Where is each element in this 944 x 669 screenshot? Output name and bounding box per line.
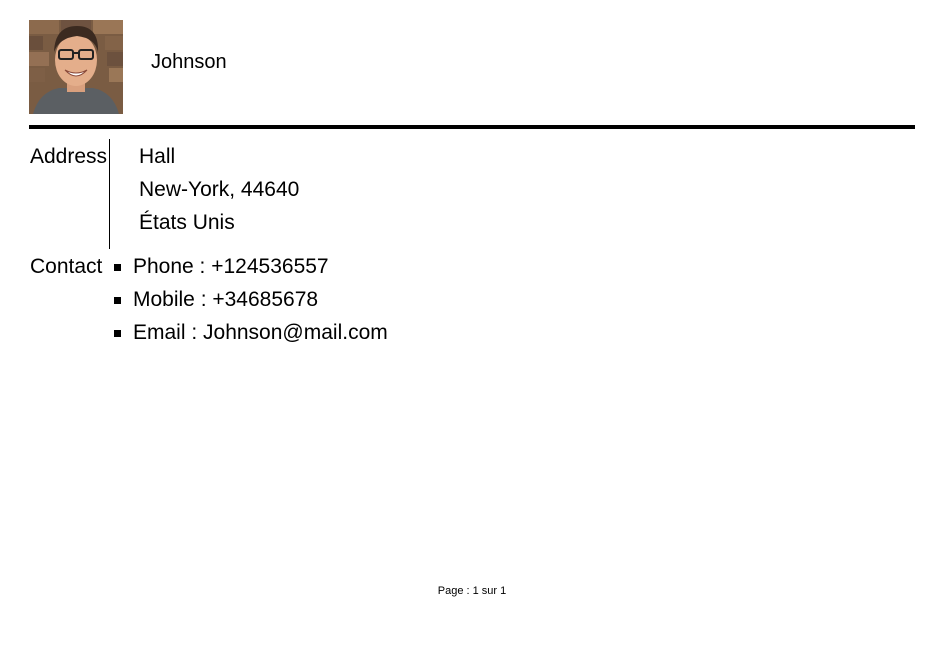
address-lines: Hall New-York, 44640 États Unis	[139, 144, 299, 243]
address-line: Hall	[139, 145, 176, 168]
contact-item-text: Phone : +124536557	[133, 255, 329, 278]
profile-header: Johnson	[29, 20, 915, 114]
address-label: Address	[30, 145, 108, 168]
contact-item-phone: Phone : +124536557	[114, 254, 388, 287]
bullet-icon	[114, 330, 121, 337]
contact-item-email[interactable]: Email : Johnson@mail.com	[114, 320, 388, 353]
contact-list: Phone : +124536557 Mobile : +34685678 Em…	[114, 254, 388, 353]
header-divider	[29, 125, 915, 129]
contact-item-text: Mobile : +34685678	[133, 288, 319, 311]
bullet-icon	[114, 297, 121, 304]
avatar	[29, 20, 123, 114]
bullet-icon	[114, 264, 121, 271]
contact-item-text[interactable]: Email : Johnson@mail.com	[133, 321, 388, 344]
address-line: New-York, 44640	[139, 178, 300, 201]
contact-label: Contact	[30, 255, 103, 278]
contact-item-mobile: Mobile : +34685678	[114, 287, 388, 320]
address-line: États Unis	[139, 211, 235, 234]
address-divider	[109, 139, 110, 249]
profile-name: Johnson	[151, 51, 227, 73]
avatar-photo-icon	[29, 20, 123, 114]
page-number: Page : 1 sur 1	[437, 585, 507, 597]
